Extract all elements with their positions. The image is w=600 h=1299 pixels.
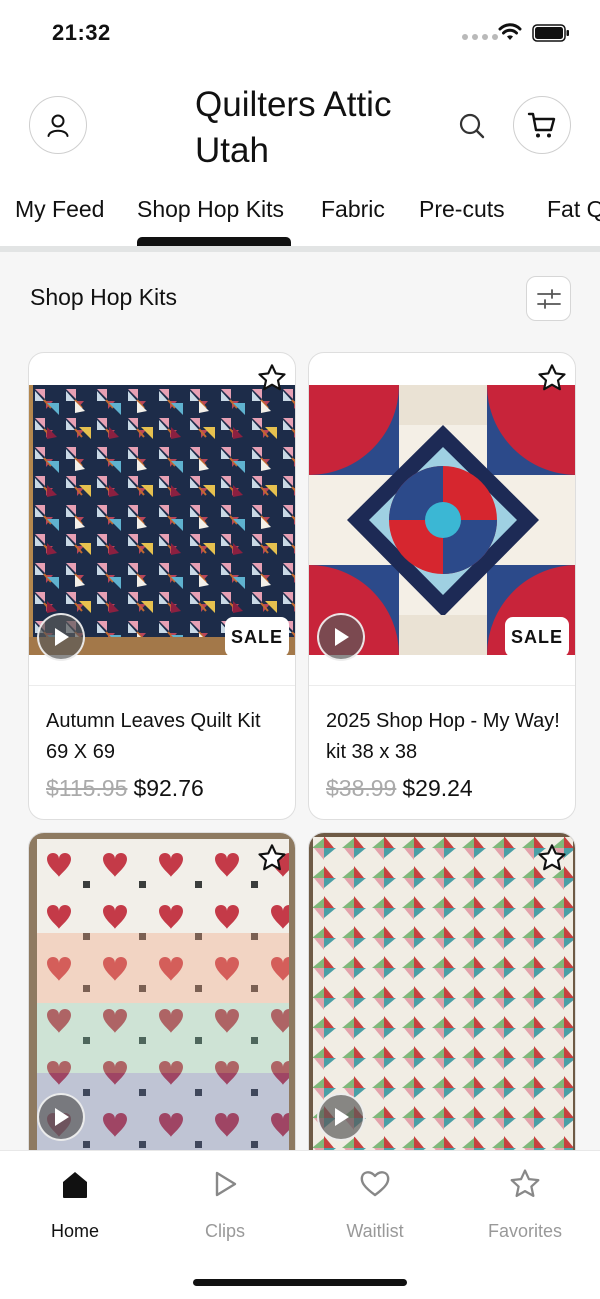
battery-icon xyxy=(532,24,569,42)
nav-favorites[interactable]: Favorites xyxy=(465,1167,585,1242)
product-image[interactable]: SALE xyxy=(29,353,295,685)
nav-waitlist[interactable]: Waitlist xyxy=(315,1167,435,1242)
favorite-button[interactable] xyxy=(535,361,569,395)
sale-badge: SALE xyxy=(505,617,569,657)
star-icon xyxy=(258,364,286,391)
star-icon xyxy=(538,364,566,391)
search-icon xyxy=(459,113,485,139)
sale-price: $92.76 xyxy=(133,775,204,801)
star-icon xyxy=(258,844,286,871)
store-title: Quilters Attic Utah xyxy=(195,85,392,170)
signal-icon xyxy=(462,34,498,40)
play-video-button[interactable] xyxy=(317,1093,365,1141)
sliders-icon xyxy=(536,288,561,309)
play-video-button[interactable] xyxy=(317,613,365,661)
bottom-navigation: Home Clips Waitlist Favorites xyxy=(0,1150,600,1299)
favorite-button[interactable] xyxy=(255,841,289,875)
play-icon xyxy=(55,1108,69,1126)
section-title: Shop Hop Kits xyxy=(30,284,178,310)
product-image[interactable] xyxy=(29,833,295,1150)
category-tabs: My Feed Shop Hop Kits Fabric Pre-cuts Fa… xyxy=(0,192,600,248)
star-icon xyxy=(510,1169,540,1198)
star-icon xyxy=(538,844,566,871)
home-indicator xyxy=(193,1279,407,1286)
profile-button[interactable] xyxy=(29,96,87,154)
original-price: $115.95 xyxy=(46,775,128,801)
play-video-button[interactable] xyxy=(37,1093,85,1141)
sale-badge: SALE xyxy=(225,617,289,657)
status-bar: 21:32 xyxy=(0,0,600,64)
product-card[interactable]: SALE 2025 Shop Hop - My Way! kit 38 x 38… xyxy=(308,352,576,820)
status-time: 21:32 xyxy=(52,20,111,45)
nav-clips-label: Clips xyxy=(204,1221,245,1241)
play-video-button[interactable] xyxy=(37,613,85,661)
play-icon xyxy=(215,1171,237,1197)
product-image[interactable]: SALE xyxy=(309,353,575,685)
product-name[interactable]: 2025 Shop Hop - My Way! kit 38 x 38 xyxy=(326,706,566,768)
play-icon xyxy=(335,628,349,646)
product-card[interactable] xyxy=(28,832,296,1150)
tab-fabric[interactable]: Fabric xyxy=(321,196,385,223)
play-icon xyxy=(335,1108,349,1126)
nav-home[interactable]: Home xyxy=(15,1167,135,1242)
product-price: $115.95 $92.76 xyxy=(46,775,204,802)
favorite-button[interactable] xyxy=(255,361,289,395)
product-feed[interactable]: Shop Hop Kits SALE Autumn Leaves Quilt K… xyxy=(0,252,600,1150)
original-price: $38.99 xyxy=(326,775,397,801)
sale-price: $29.24 xyxy=(402,775,473,801)
product-info: 2025 Shop Hop - My Way! kit 38 x 38 $38.… xyxy=(309,685,575,819)
app-header: Quilters Attic Utah xyxy=(0,64,600,184)
favorite-button[interactable] xyxy=(535,841,569,875)
cart-icon xyxy=(527,112,556,138)
nav-waitlist-label: Waitlist xyxy=(346,1221,404,1241)
filter-button[interactable] xyxy=(526,276,571,321)
product-image[interactable] xyxy=(309,833,575,1150)
product-card[interactable]: SALE Autumn Leaves Quilt Kit 69 X 69 $11… xyxy=(28,352,296,820)
heart-icon xyxy=(360,1171,390,1197)
wifi-icon xyxy=(498,23,522,40)
nav-clips[interactable]: Clips xyxy=(165,1167,285,1242)
tab-my-feed[interactable]: My Feed xyxy=(15,196,104,223)
tab-pre-cuts[interactable]: Pre-cuts xyxy=(419,196,505,223)
play-icon xyxy=(55,628,69,646)
tab-fat-quarters[interactable]: Fat Q xyxy=(547,196,600,223)
cart-button[interactable] xyxy=(513,96,571,154)
product-info: Autumn Leaves Quilt Kit 69 X 69 $115.95 $… xyxy=(29,685,295,819)
active-tab-indicator xyxy=(137,237,291,246)
search-button[interactable] xyxy=(456,110,488,142)
home-icon xyxy=(63,1172,87,1198)
product-card[interactable] xyxy=(308,832,576,1150)
product-name[interactable]: Autumn Leaves Quilt Kit 69 X 69 xyxy=(46,706,286,768)
person-icon xyxy=(47,114,69,137)
tab-shop-hop-kits[interactable]: Shop Hop Kits xyxy=(137,196,284,223)
nav-home-label: Home xyxy=(50,1221,99,1241)
product-price: $38.99 $29.24 xyxy=(326,775,473,802)
nav-favorites-label: Favorites xyxy=(487,1221,563,1241)
